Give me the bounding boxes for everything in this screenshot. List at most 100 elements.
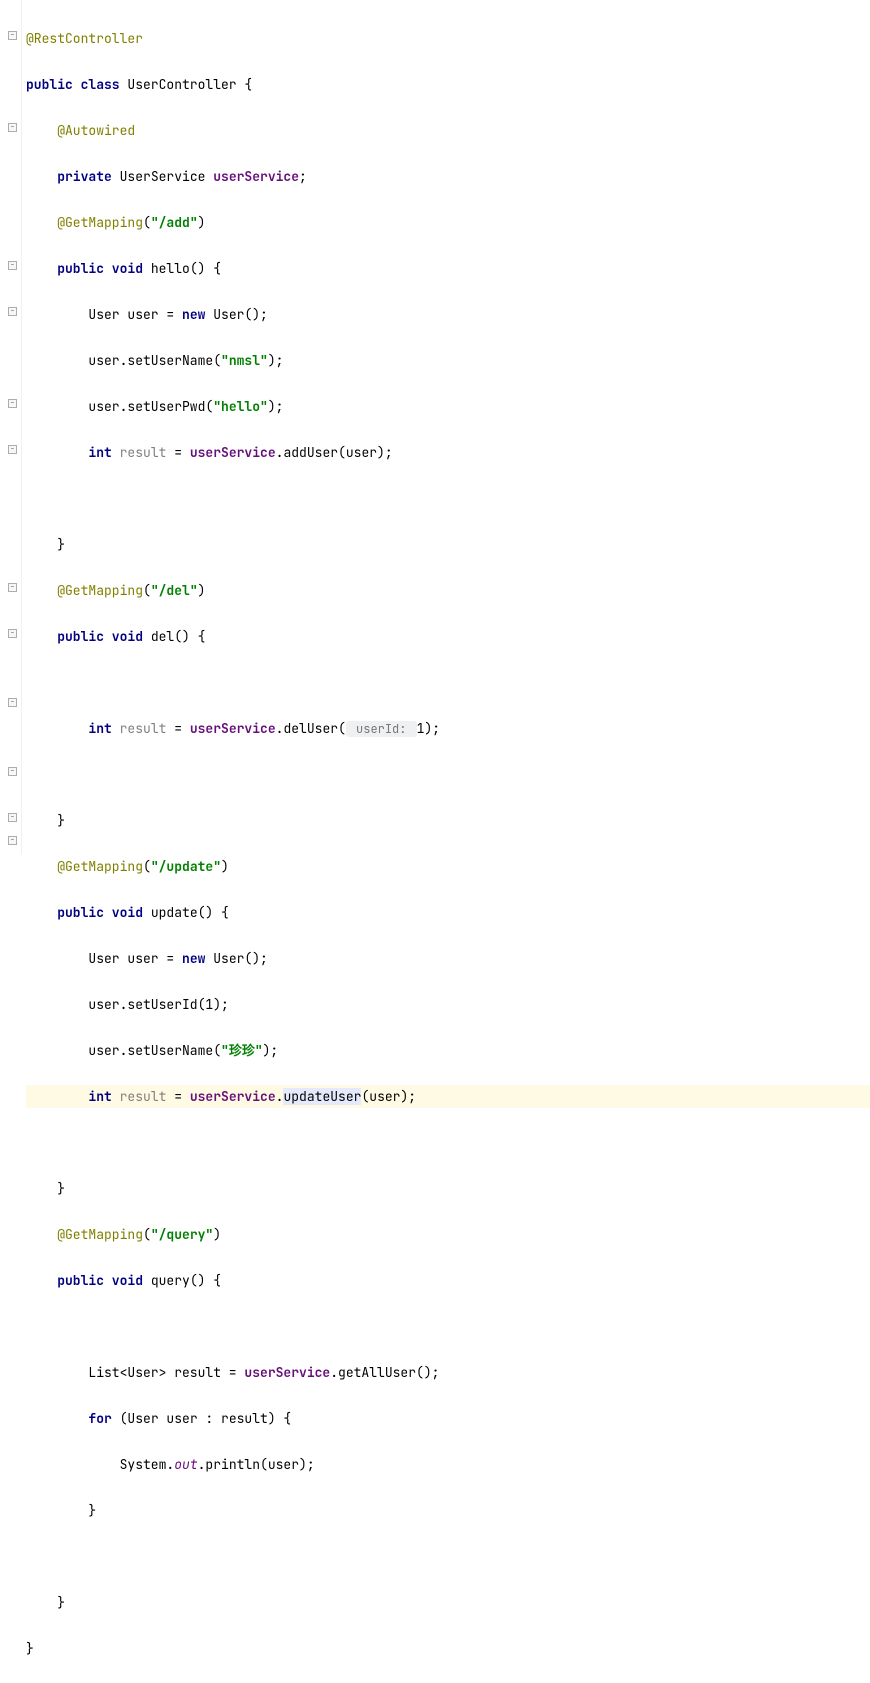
paren: ) [198,582,206,599]
paren: ( [143,1226,151,1243]
fold-icon[interactable]: − [8,698,17,707]
code-line-highlighted[interactable]: int result = userService.updateUser(user… [26,1085,870,1108]
brace: } [57,1594,65,1611]
fold-icon[interactable]: − [8,31,17,40]
code-line[interactable] [26,763,870,786]
annotation: @GetMapping [57,214,143,231]
code-line[interactable]: @GetMapping("/query") [26,1223,870,1246]
text: = [166,720,189,737]
fold-icon[interactable]: − [8,261,17,270]
code-line[interactable]: } [26,809,870,832]
paren: ) [198,214,206,231]
code-line[interactable]: } [26,1591,870,1614]
text: .addUser(user); [276,444,393,461]
brace: } [57,812,65,829]
brace: } [88,1502,96,1519]
code-line[interactable]: List<User> result = userService.getAllUs… [26,1361,870,1384]
string: "珍珍" [221,1042,263,1059]
fold-icon[interactable]: − [8,583,17,592]
keyword: public void [57,1272,143,1289]
text: user.setUserPwd( [88,398,213,415]
code-line[interactable]: public class UserController { [26,73,870,96]
brace: } [57,536,65,553]
text: (User user : result) { [112,1410,291,1427]
unused-var: result [112,720,167,737]
annotation: @GetMapping [57,1226,143,1243]
fold-icon[interactable]: − [8,767,17,776]
code-line[interactable] [26,1315,870,1338]
fold-icon[interactable]: − [8,813,17,822]
code-line[interactable]: @GetMapping("/update") [26,855,870,878]
text: 1); [417,720,440,737]
code-line[interactable]: System.out.println(user); [26,1453,870,1476]
code-line[interactable] [26,1545,870,1568]
code-line[interactable]: int result = userService.addUser(user); [26,441,870,464]
code-line[interactable]: @RestController [26,27,870,50]
text: User(); [205,306,267,323]
code-line[interactable] [26,671,870,694]
keyword: int [88,1088,111,1105]
text: .getAllUser(); [330,1364,439,1381]
paren: ( [143,214,151,231]
code-line[interactable]: User user = new User(); [26,303,870,326]
fold-icon[interactable]: − [8,445,17,454]
code-line[interactable]: public void update() { [26,901,870,924]
code-line[interactable]: } [26,1177,870,1200]
code-line[interactable]: user.setUserId(1); [26,993,870,1016]
code-editor[interactable]: @RestController public class UserControl… [22,0,870,854]
code-line[interactable]: @GetMapping("/del") [26,579,870,602]
code-line[interactable]: User user = new User(); [26,947,870,970]
fold-icon[interactable]: − [8,836,17,845]
method-name: del() { [143,628,205,645]
text: ); [268,398,284,415]
code-line[interactable]: public void hello() { [26,257,870,280]
code-line[interactable]: user.setUserName("nmsl"); [26,349,870,372]
code-line[interactable]: private UserService userService; [26,165,870,188]
code-line[interactable]: public void del() { [26,625,870,648]
text: ); [268,352,284,369]
text: user.setUserName( [88,1042,221,1059]
fold-icon[interactable]: − [8,399,17,408]
string: "hello" [213,398,268,415]
code-line[interactable]: for (User user : result) { [26,1407,870,1430]
text: .println(user); [198,1456,315,1473]
semicolon: ; [299,168,307,185]
text: List<User> result = [88,1364,244,1381]
paren: ( [143,582,151,599]
text: User(); [205,950,267,967]
keyword: int [88,444,111,461]
method-name: hello() { [143,260,221,277]
code-line[interactable]: user.setUserName("珍珍"); [26,1039,870,1062]
static-field: out [174,1456,197,1473]
field: userService [244,1364,330,1381]
fold-icon[interactable]: − [8,123,17,132]
method-name: update() { [143,904,229,921]
code-line[interactable] [26,487,870,510]
brace: } [26,1640,34,1657]
code-line[interactable]: @GetMapping("/add") [26,211,870,234]
annotation: @GetMapping [57,582,143,599]
text: = [166,444,189,461]
text: user.setUserId(1); [88,996,228,1013]
text: User user = [88,950,182,967]
code-line[interactable]: } [26,533,870,556]
text: (user); [361,1088,416,1105]
brace: } [57,1180,65,1197]
annotation: @Autowired [57,122,135,139]
code-line[interactable]: } [26,1637,870,1660]
code-line[interactable]: } [26,1499,870,1522]
code-line[interactable]: public void query() { [26,1269,870,1292]
string: "/add" [151,214,198,231]
field: userService [190,1088,276,1105]
fold-icon[interactable]: − [8,307,17,316]
code-line[interactable]: user.setUserPwd("hello"); [26,395,870,418]
text: ); [263,1042,279,1059]
type: UserService [112,168,213,185]
keyword: int [88,720,111,737]
fold-icon[interactable]: − [8,629,17,638]
code-line[interactable]: @Autowired [26,119,870,142]
keyword: new [182,950,205,967]
text: User user = [88,306,182,323]
code-line[interactable] [26,1131,870,1154]
code-line[interactable]: int result = userService.delUser( userId… [26,717,870,740]
